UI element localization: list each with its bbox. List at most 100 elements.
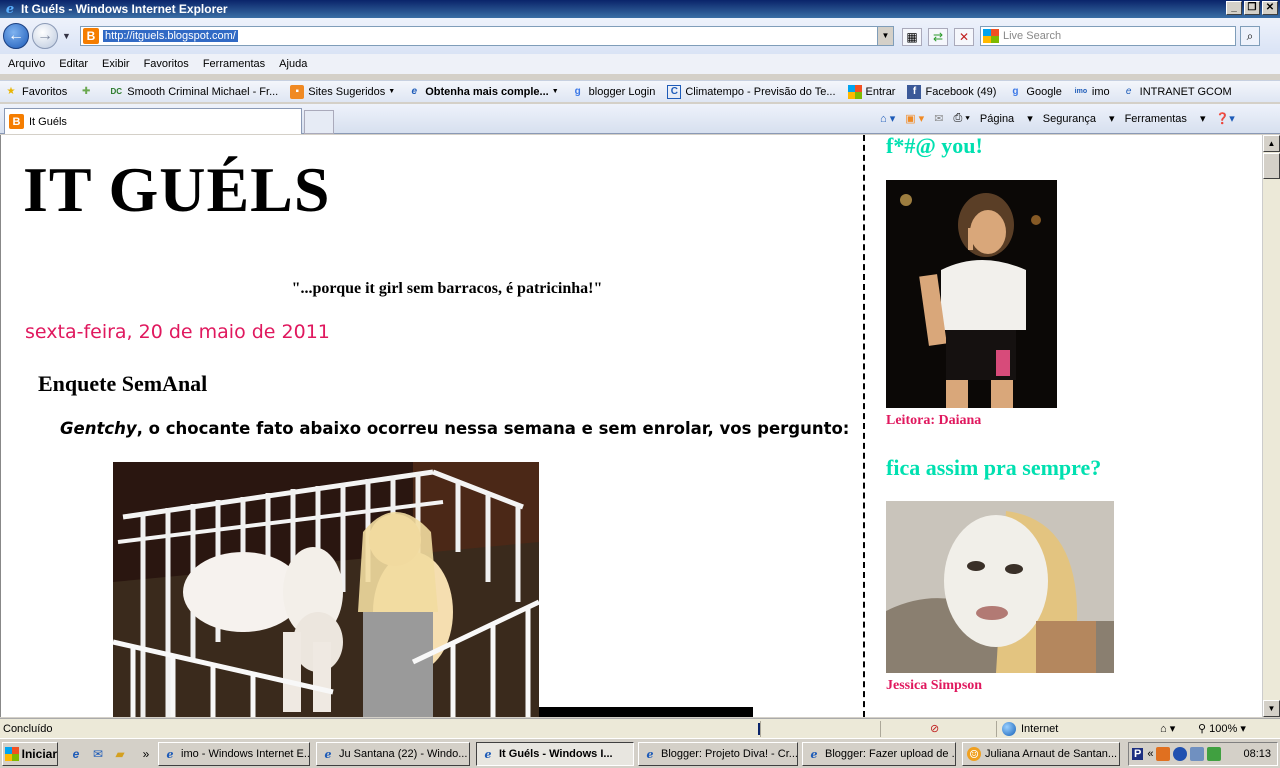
forward-button[interactable]: →	[32, 23, 58, 49]
task-label: Ju Santana (22) - Windo...	[339, 748, 468, 760]
home-icon[interactable]: ⌂ ▾	[880, 112, 895, 125]
recent-pages-dropdown[interactable]: ▼	[62, 31, 71, 41]
back-button[interactable]: ←	[3, 23, 29, 49]
fav-item-climatempo[interactable]: C Climatempo - Previsão do Te...	[667, 84, 836, 99]
post-photo[interactable]	[113, 462, 539, 717]
menu-favoritos[interactable]: Favoritos	[144, 58, 189, 70]
task-label: Juliana Arnaut de Santan...	[985, 748, 1118, 760]
favorites-button[interactable]: ★ Favoritos	[4, 85, 68, 99]
scroll-down-icon[interactable]: ▼	[1263, 700, 1280, 717]
favorites-bar: ★ Favoritos ✚ DC Smooth Criminal Michael…	[0, 80, 1280, 102]
facebook-icon: f	[907, 84, 922, 99]
blogger-icon: B	[9, 114, 24, 129]
google-icon: g	[1012, 86, 1019, 97]
fav-item-google[interactable]: g Google	[1008, 85, 1062, 99]
menu-exibir[interactable]: Exibir	[102, 58, 130, 70]
address-dropdown-button[interactable]: ▼	[877, 27, 893, 45]
menu-ferramentas[interactable]: Ferramentas	[203, 58, 265, 70]
ie-icon: e	[810, 747, 818, 761]
blogger-icon: B	[83, 28, 99, 44]
sidebar-photo-1[interactable]	[886, 180, 1057, 408]
menu-ajuda[interactable]: Ajuda	[279, 58, 307, 70]
image-edge-strip	[539, 707, 753, 717]
zoom-control[interactable]: ⚲ 100% ▾	[1198, 722, 1246, 735]
sidebar-photo-2[interactable]	[886, 501, 1114, 673]
protected-mode-icon[interactable]: ⌂ ▾	[1160, 722, 1175, 735]
system-tray: P « 08:13	[1128, 742, 1278, 766]
stop-icon[interactable]: ✕	[954, 28, 974, 46]
help-icon[interactable]: ❓▾	[1216, 112, 1235, 125]
fav-item-sites-sugeridos[interactable]: ▪ Sites Sugeridos ▼	[290, 84, 396, 99]
scroll-thumb[interactable]	[1263, 153, 1280, 179]
post-title[interactable]: Enquete SemAnal	[38, 371, 207, 397]
window-title: It Guéls - Windows Internet Explorer	[21, 2, 228, 16]
mail-icon[interactable]: ✉	[934, 112, 943, 125]
live-search-icon	[983, 29, 999, 43]
print-icon[interactable]: ⎙ ▾	[953, 112, 969, 125]
quicklaunch-folder-icon[interactable]: ▰	[112, 746, 128, 762]
task-label: Blogger: Fazer upload de ...	[825, 748, 956, 760]
favorites-label: Favoritos	[22, 85, 68, 98]
star-icon: ★	[6, 86, 16, 97]
tray-expand-icon[interactable]: «	[1147, 748, 1153, 760]
close-button[interactable]: ✕	[1262, 1, 1278, 15]
start-button[interactable]: Iniciar	[2, 742, 58, 766]
fav-item-blogger-login[interactable]: g blogger Login	[571, 85, 656, 99]
ie-page-icon: e	[411, 86, 417, 97]
quicklaunch-expand-icon[interactable]: »	[138, 746, 154, 762]
ie-icon: e	[484, 747, 492, 761]
security-zone[interactable]: Internet	[1002, 721, 1058, 736]
fav-item-intranet[interactable]: e INTRANET GCOM	[1122, 85, 1232, 99]
quicklaunch-ie-icon[interactable]: e	[68, 746, 84, 762]
window-controls: _ ❐ ✕	[1226, 1, 1278, 15]
clock[interactable]: 08:13	[1243, 748, 1271, 760]
tray-volume-icon[interactable]	[1190, 747, 1205, 761]
page-menu[interactable]: Página ▾	[980, 112, 1033, 125]
add-favorite-button[interactable]: ✚	[79, 85, 97, 99]
fav-item-imo[interactable]: imo imo	[1074, 85, 1110, 99]
menu-arquivo[interactable]: Arquivo	[8, 58, 45, 70]
task-imo[interactable]: e imo - Windows Internet E...	[158, 742, 310, 766]
menu-editar[interactable]: Editar	[59, 58, 88, 70]
minimize-button[interactable]: _	[1226, 1, 1242, 15]
safety-menu[interactable]: Segurança ▾	[1043, 112, 1115, 125]
maximize-button[interactable]: ❐	[1244, 1, 1260, 15]
task-it-guels[interactable]: e It Guéls - Windows I...	[476, 742, 634, 766]
task-blogger-upload[interactable]: e Blogger: Fazer upload de ...	[802, 742, 956, 766]
tray-app-icon[interactable]	[1156, 747, 1171, 761]
fav-item-obtenha[interactable]: e Obtenha mais comple... ▼	[407, 85, 558, 99]
tray-p-icon[interactable]: P	[1132, 748, 1144, 760]
task-juliana[interactable]: ☺ Juliana Arnaut de Santan...	[962, 742, 1120, 766]
messenger-icon: ☺	[967, 747, 981, 761]
fav-item-smooth-criminal[interactable]: DC Smooth Criminal Michael - Fr...	[109, 85, 278, 99]
fav-label: Google	[1026, 85, 1062, 98]
web-content: IT GUÉLS "...porque it girl sem barracos…	[0, 135, 1262, 717]
sidebar-heading-2: fica assim pra sempre?	[886, 455, 1102, 480]
quicklaunch-outlook-icon[interactable]: ✉	[90, 746, 106, 762]
task-ju-santana[interactable]: e Ju Santana (22) - Windo...	[316, 742, 470, 766]
window-title-bar[interactable]: e It Guéls - Windows Internet Explorer _…	[0, 0, 1280, 18]
compatibility-icon[interactable]: ▦	[902, 28, 922, 46]
blog-title[interactable]: IT GUÉLS	[23, 153, 330, 227]
scroll-up-icon[interactable]: ▲	[1263, 135, 1280, 152]
tray-network-icon[interactable]	[1173, 747, 1188, 761]
tab-it-guels[interactable]: B It Guéls	[4, 108, 302, 134]
page-scrollbar[interactable]: ▲ ▼	[1262, 135, 1280, 717]
address-url[interactable]: http://itguels.blogspot.com/	[103, 30, 238, 42]
google-icon: g	[574, 86, 581, 97]
popup-blocked-icon[interactable]: ⊘	[930, 722, 939, 735]
tray-security-icon[interactable]	[1207, 747, 1222, 761]
chevron-down-icon: ▼	[388, 88, 396, 95]
fav-item-facebook[interactable]: f Facebook (49)	[907, 84, 996, 99]
search-button[interactable]: ⌕	[1240, 26, 1260, 46]
address-input[interactable]: B http://itguels.blogspot.com/ ▼	[80, 26, 894, 46]
refresh-icon[interactable]: ⇄	[928, 28, 948, 46]
feeds-icon[interactable]: ▣ ▾	[905, 112, 924, 125]
search-input[interactable]: Live Search	[980, 26, 1236, 46]
new-tab-button[interactable]	[304, 110, 334, 134]
fav-item-entrar[interactable]: Entrar	[847, 84, 895, 99]
menu-bar: Arquivo Editar Exibir Favoritos Ferramen…	[0, 54, 1280, 74]
task-blogger-projeto[interactable]: e Blogger: Projeto Diva! - Cr...	[638, 742, 798, 766]
tools-menu[interactable]: Ferramentas ▾	[1125, 112, 1206, 125]
reader-photo-illustration	[886, 180, 1057, 408]
